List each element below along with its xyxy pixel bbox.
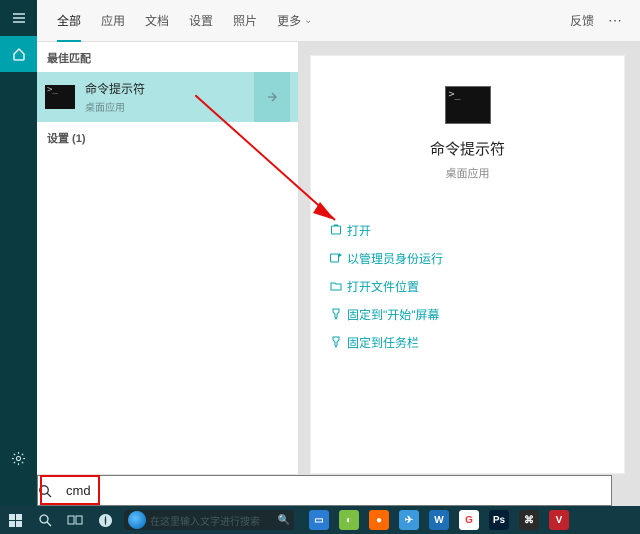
cmd-icon <box>45 85 75 109</box>
settings-icon[interactable] <box>0 440 37 476</box>
ie-search-icon[interactable]: 🔍 <box>278 515 290 526</box>
feedback-link[interactable]: 反馈 <box>564 12 600 29</box>
detail-sub: 桌面应用 <box>446 165 490 181</box>
tab-photos[interactable]: 照片 <box>223 0 267 42</box>
settings-group-header: 设置 (1) <box>37 122 298 152</box>
tab-docs[interactable]: 文档 <box>135 0 179 42</box>
pinned-app-3[interactable]: ✈ <box>394 506 424 534</box>
search-sidebar <box>0 0 37 506</box>
home-icon[interactable] <box>0 36 37 72</box>
tab-label: 全部 <box>57 12 81 29</box>
pin-taskbar-icon <box>325 336 347 348</box>
action-label: 固定到任务栏 <box>347 334 419 351</box>
pinned-app-icon: ▭ <box>309 510 329 530</box>
feedback-label: 反馈 <box>570 14 594 28</box>
tab-label: 应用 <box>101 12 125 29</box>
best-match-header: 最佳匹配 <box>37 42 298 72</box>
search-input[interactable] <box>66 477 611 505</box>
start-button[interactable] <box>0 506 30 534</box>
pinned-app-icon: ◐ <box>339 510 359 530</box>
tab-more[interactable]: 更多⌄ <box>267 0 322 42</box>
tab-all[interactable]: 全部 <box>47 0 91 42</box>
action-run-admin[interactable]: 以管理员身份运行 <box>325 245 610 271</box>
pinned-app-5[interactable]: G <box>454 506 484 534</box>
pinned-app-icon: ⌘ <box>519 510 539 530</box>
pinned-app-icon: ● <box>369 510 389 530</box>
result-cmd[interactable]: 命令提示符 桌面应用 <box>37 72 298 122</box>
tab-label: 文档 <box>145 12 169 29</box>
ie-address-bar[interactable]: 在这里输入文字进行搜索 🔍 <box>124 510 294 530</box>
pinned-app-7[interactable]: ⌘ <box>514 506 544 534</box>
pinned-app-1[interactable]: ◐ <box>334 506 364 534</box>
result-text: 命令提示符 桌面应用 <box>85 80 254 114</box>
results-panel: 最佳匹配 命令提示符 桌面应用 设置 (1) <box>37 42 299 474</box>
pinned-app-icon: Ps <box>489 510 509 530</box>
pinned-app-icon: V <box>549 510 569 530</box>
folder-icon <box>325 280 347 292</box>
action-label: 以管理员身份运行 <box>347 250 443 267</box>
pinned-app-icon: ✈ <box>399 510 419 530</box>
menu-icon[interactable] <box>0 0 37 36</box>
action-open-location[interactable]: 打开文件位置 <box>325 273 610 299</box>
pinned-app-8[interactable]: V <box>544 506 574 534</box>
pinned-app-6[interactable]: Ps <box>484 506 514 534</box>
action-open[interactable]: 打开 <box>325 217 610 243</box>
tab-label: 设置 <box>189 12 213 29</box>
more-options-icon[interactable]: ⋯ <box>600 12 630 29</box>
ie-placeholder: 在这里输入文字进行搜索 <box>150 513 260 528</box>
chevron-down-icon: ⌄ <box>304 15 312 26</box>
action-label: 打开 <box>347 222 371 239</box>
pin-start-icon <box>325 308 347 320</box>
search-box[interactable] <box>37 475 612 506</box>
pinned-app-0[interactable]: ▭ <box>304 506 334 534</box>
open-icon <box>325 224 347 236</box>
pinned-app-2[interactable]: ● <box>364 506 394 534</box>
detail-panel: 命令提示符 桌面应用 打开 以管理员身份运行 打开文件位置 固定到"开始"屏幕 … <box>310 55 625 474</box>
action-pin-start[interactable]: 固定到"开始"屏幕 <box>325 301 610 327</box>
action-label: 固定到"开始"屏幕 <box>347 306 440 323</box>
weather-icon[interactable] <box>90 506 120 534</box>
result-title: 命令提示符 <box>85 80 254 97</box>
result-sub: 桌面应用 <box>85 99 254 114</box>
tab-apps[interactable]: 应用 <box>91 0 135 42</box>
tab-settings[interactable]: 设置 <box>179 0 223 42</box>
ie-icon <box>128 511 146 529</box>
cmd-large-icon <box>445 86 491 124</box>
taskbar-search-icon[interactable] <box>30 506 60 534</box>
tab-label: 更多 <box>277 12 301 29</box>
expand-arrow-icon[interactable] <box>254 72 290 122</box>
search-icon <box>38 484 66 498</box>
taskbar: 在这里输入文字进行搜索 🔍 ▭ ◐ ● ✈ WG Ps ⌘ V <box>0 506 640 534</box>
detail-title: 命令提示符 <box>430 138 505 159</box>
admin-icon <box>325 252 347 264</box>
action-list: 打开 以管理员身份运行 打开文件位置 固定到"开始"屏幕 固定到任务栏 <box>311 217 624 355</box>
action-label: 打开文件位置 <box>347 278 419 295</box>
task-view-icon[interactable] <box>60 506 90 534</box>
tab-label: 照片 <box>233 12 257 29</box>
action-pin-taskbar[interactable]: 固定到任务栏 <box>325 329 610 355</box>
pinned-app-4[interactable]: W <box>424 506 454 534</box>
pinned-app-icon: W <box>429 510 449 530</box>
pinned-app-icon: G <box>459 510 479 530</box>
filter-tabs: 全部 应用 文档 设置 照片 更多⌄ 反馈 ⋯ <box>37 0 640 42</box>
